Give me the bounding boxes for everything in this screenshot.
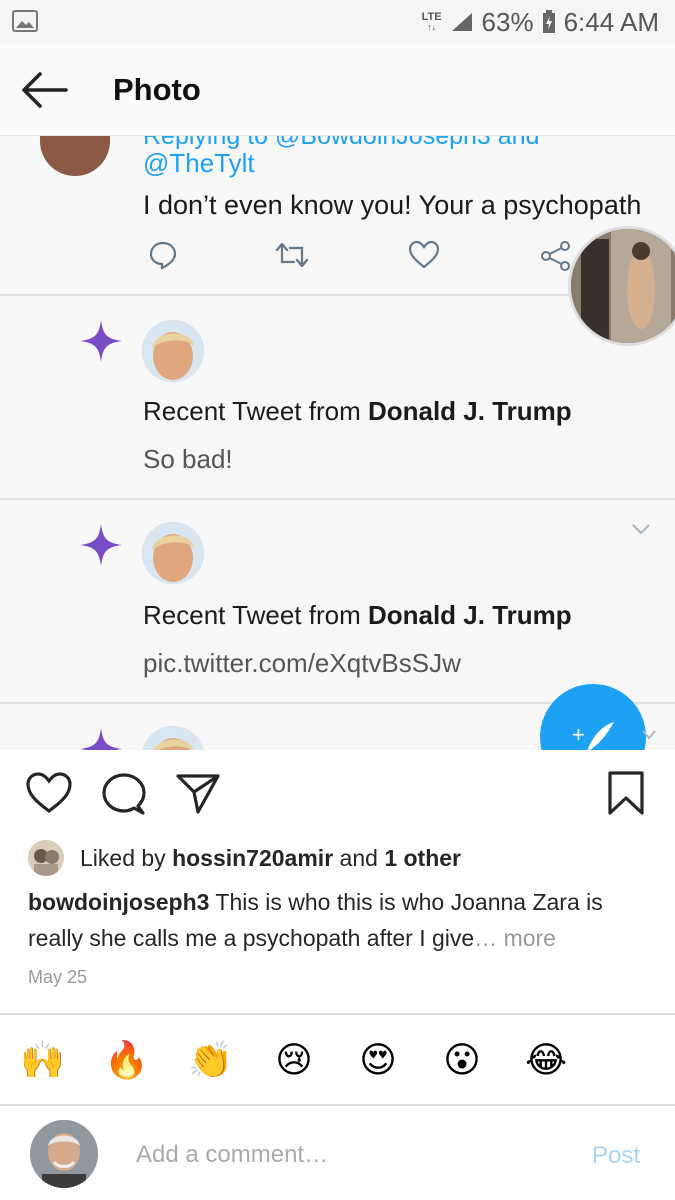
- divider: [0, 1013, 675, 1015]
- reply-mention: @TheTylt: [143, 148, 255, 178]
- post-photo[interactable]: Replying to @BowdoinJoseph3 and @TheTylt…: [0, 136, 675, 750]
- post-caption: bowdoinjoseph3 This is who this is who J…: [28, 889, 603, 951]
- liked-by-row[interactable]: Liked by hossin720amir and 1 other: [28, 840, 461, 876]
- compose-tweet-fab: +: [540, 684, 646, 750]
- comment-input[interactable]: [136, 1138, 556, 1172]
- recent-tweet-heading: Recent Tweet from Donald J. Trump: [143, 396, 572, 426]
- reply-tweet-text: I don’t even know you! Your a psychopath: [143, 190, 642, 220]
- clock: 6:44 AM: [563, 6, 659, 37]
- raising-hands-emoji[interactable]: 🙌: [20, 1038, 65, 1082]
- gallery-notification-icon: [12, 10, 38, 32]
- signal-icon: [451, 13, 472, 31]
- more-link[interactable]: more: [504, 925, 556, 951]
- recent-tweet-heading: Recent Tweet from Donald J. Trump: [143, 600, 572, 630]
- sparkle-icon: [80, 524, 122, 566]
- crying-emoji[interactable]: 😢: [272, 1038, 316, 1082]
- status-bar: LTE ↑↓ 63% 6:44 AM: [0, 0, 675, 44]
- sparkle-icon: [80, 320, 122, 362]
- my-avatar: [30, 1120, 98, 1188]
- retweet-icon: [275, 242, 309, 268]
- comment-icon[interactable]: [102, 772, 146, 816]
- comment-bar: Post: [0, 1106, 675, 1200]
- like-heart-icon: [408, 240, 440, 269]
- fire-emoji[interactable]: 🔥: [104, 1038, 149, 1082]
- trump-avatar: [142, 320, 204, 382]
- tears-of-joy-emoji[interactable]: 😂: [524, 1038, 568, 1082]
- post-date: May 25: [28, 967, 88, 987]
- share-icon: [541, 241, 570, 271]
- quick-reactions-row: 🙌 🔥 👏 😢 😍 😮 😂: [0, 1016, 675, 1104]
- page-title: Photo: [113, 72, 201, 107]
- network-type: LTE ↑↓: [421, 11, 442, 33]
- chevron-down-icon: [632, 524, 650, 535]
- liker-avatar: [28, 840, 64, 876]
- reply-user-avatar: [40, 136, 110, 176]
- sparkle-icon: [80, 728, 122, 750]
- svg-text:+: +: [572, 722, 585, 747]
- battery-percent: 63%: [481, 6, 534, 37]
- post-action-bar: [0, 750, 675, 840]
- liked-by-text: Liked by hossin720amir and 1 other: [80, 844, 461, 871]
- trump-avatar: [142, 522, 204, 584]
- post-comment-button[interactable]: Post: [592, 1142, 640, 1170]
- back-arrow-icon[interactable]: [18, 68, 70, 112]
- app-bar: Photo: [0, 44, 675, 136]
- reply-icon: [149, 241, 177, 270]
- save-bookmark-icon[interactable]: [606, 770, 646, 816]
- recent-tweet-card: Recent Tweet from Donald J. Trump pic.tw…: [0, 500, 675, 700]
- recent-tweet-text: So bad!: [143, 444, 233, 474]
- chevron-down-icon: [642, 730, 656, 740]
- recent-tweet-card: Recent Tweet from Donald J. Trump So bad…: [0, 296, 675, 496]
- surprised-emoji[interactable]: 😮: [440, 1038, 484, 1082]
- share-direct-icon[interactable]: [176, 772, 220, 814]
- trump-avatar: [142, 726, 204, 750]
- heart-eyes-emoji[interactable]: 😍: [356, 1038, 400, 1082]
- recent-tweet-link: pic.twitter.com/eXqtvBsSJw: [143, 648, 461, 678]
- like-heart-icon[interactable]: [26, 772, 72, 814]
- clapping-emoji[interactable]: 👏: [188, 1038, 233, 1082]
- caption-author[interactable]: bowdoinjoseph3: [28, 889, 209, 915]
- battery-charging-icon: [542, 10, 555, 33]
- tweet-actions: [140, 240, 580, 280]
